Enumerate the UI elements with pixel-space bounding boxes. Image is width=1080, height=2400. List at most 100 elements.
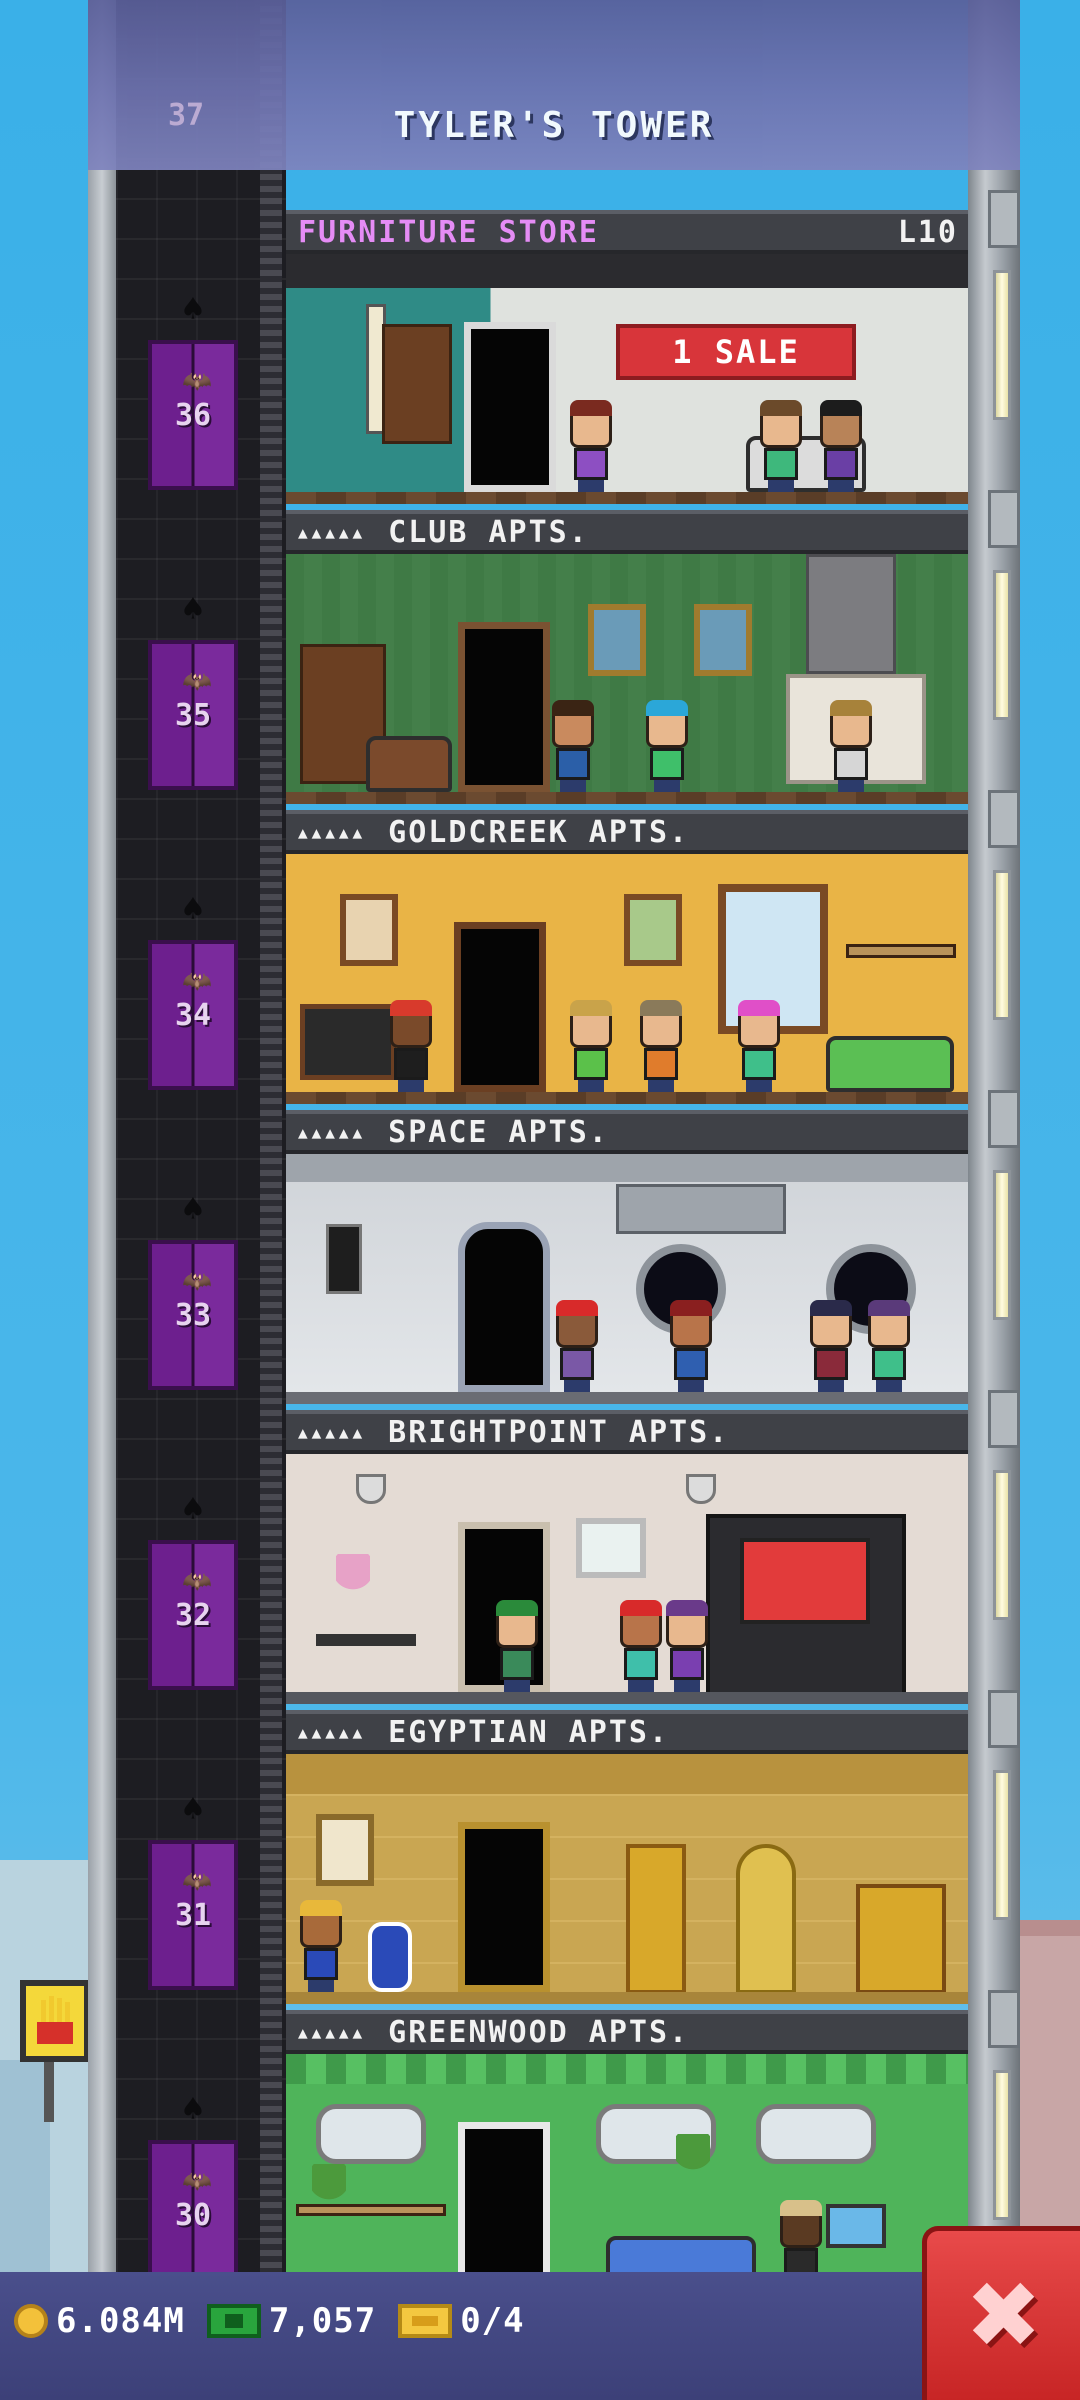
resident[interactable] bbox=[666, 1300, 716, 1392]
ceiling-lamp bbox=[356, 1474, 386, 1504]
bat-icon: 🦇 bbox=[182, 1567, 212, 1595]
picture-frame bbox=[576, 1518, 646, 1578]
bat-icon: 🦇 bbox=[182, 967, 212, 995]
customer[interactable] bbox=[816, 400, 866, 492]
television bbox=[300, 1004, 396, 1080]
resident[interactable] bbox=[386, 1000, 436, 1092]
resident[interactable] bbox=[566, 1000, 616, 1092]
wall-notch bbox=[988, 1390, 1020, 1448]
currency-list: 6.084M 7,057 0/4 bbox=[14, 2286, 525, 2356]
floor-space-apts[interactable]: ▲▲▲▲▲ SPACE APTS. bbox=[286, 1110, 968, 1410]
wall-light bbox=[993, 1470, 1011, 1620]
elevator-door-33[interactable]: 🦇 33 bbox=[148, 1240, 238, 1390]
tickets-counter[interactable]: 0/4 bbox=[398, 2301, 524, 2341]
elevator-door-30[interactable]: 🦇 30 bbox=[148, 2140, 238, 2290]
bux-value: 7,057 bbox=[268, 2301, 377, 2341]
tower-bux-icon bbox=[206, 2304, 261, 2338]
game-scene: ♠ ♠ ♠ ♠ ♠ ♠ ♠ 🦇 36 🦇 35 🦇 34 🦇 33 🦇 32 🦇 bbox=[0, 0, 1080, 2400]
floor-label: ▲▲▲▲▲ GREENWOOD APTS. bbox=[286, 2010, 968, 2054]
floor-label: FURNITURE STORE L10 bbox=[286, 210, 968, 254]
elevator-door-35[interactable]: 🦇 35 bbox=[148, 640, 238, 790]
floor-number: 33 bbox=[174, 1297, 212, 1333]
entertainment-unit bbox=[706, 1514, 906, 1704]
wall-light bbox=[993, 1170, 1011, 1320]
airlock-door[interactable] bbox=[458, 1222, 550, 1392]
elevator-lamp-icon: ♠ bbox=[182, 289, 204, 330]
resident[interactable] bbox=[552, 1300, 602, 1392]
computer-monitor bbox=[826, 2204, 886, 2248]
floor-club-apts[interactable]: ▲▲▲▲▲ CLUB APTS. bbox=[286, 510, 968, 810]
resident[interactable] bbox=[806, 1300, 856, 1392]
wall-light bbox=[993, 570, 1011, 720]
apartment-room bbox=[286, 554, 968, 804]
floor-name: FURNITURE STORE bbox=[298, 214, 599, 250]
apartment-door[interactable] bbox=[454, 922, 546, 1092]
tower-title: TYLER'S TOWER bbox=[393, 105, 715, 146]
elevator-rail bbox=[260, 0, 282, 2400]
floor-name: GREENWOOD APTS. bbox=[388, 2014, 690, 2050]
floor-number: 31 bbox=[174, 1897, 212, 1933]
elevator-door-31[interactable]: 🦇 31 bbox=[148, 1840, 238, 1990]
apartment-door[interactable] bbox=[458, 2122, 550, 2292]
store-ceiling bbox=[286, 254, 968, 288]
floor-egyptian-apts[interactable]: ▲▲▲▲▲ EGYPTIAN APTS. bbox=[286, 1710, 968, 2010]
rating-stars: ▲▲▲▲▲ bbox=[298, 1422, 367, 1442]
resident[interactable] bbox=[296, 1900, 346, 1992]
elevator-lamp-icon: ♠ bbox=[182, 2089, 204, 2130]
floor-greenwood-apts[interactable]: ▲▲▲▲▲ GREENWOOD APTS. bbox=[286, 2010, 968, 2310]
resident[interactable] bbox=[734, 1000, 784, 1092]
floor-label: ▲▲▲▲▲ EGYPTIAN APTS. bbox=[286, 1710, 968, 1754]
resident[interactable] bbox=[642, 700, 692, 792]
resident[interactable] bbox=[548, 700, 598, 792]
floor-brightpoint-apts[interactable]: ▲▲▲▲▲ BRIGHTPOINT APTS. bbox=[286, 1410, 968, 1710]
floor-number: 37 bbox=[168, 98, 205, 133]
wall-notch bbox=[988, 1690, 1020, 1748]
coins-value: 6.084M bbox=[56, 2301, 185, 2341]
fries-icon bbox=[37, 1996, 73, 2044]
floor-name: GOLDCREEK APTS. bbox=[388, 814, 690, 850]
fries-billboard bbox=[20, 1980, 90, 2062]
apartment-room bbox=[286, 1154, 968, 1404]
oval-window bbox=[756, 2104, 876, 2164]
apartment-door[interactable] bbox=[458, 622, 550, 792]
floor-number: 34 bbox=[174, 997, 212, 1033]
close-button[interactable]: ✖ bbox=[922, 2226, 1080, 2400]
coins-counter[interactable]: 6.084M bbox=[14, 2301, 185, 2341]
wall-notch bbox=[988, 1090, 1020, 1148]
flower-vase bbox=[336, 1554, 370, 1602]
tv-screen bbox=[740, 1538, 870, 1624]
billboard-post bbox=[44, 2062, 54, 2122]
store-room: 1 SALE bbox=[286, 254, 968, 504]
bat-icon: 🦇 bbox=[182, 1267, 212, 1295]
floor-name: BRIGHTPOINT APTS. bbox=[388, 1414, 730, 1450]
resident[interactable] bbox=[864, 1300, 914, 1392]
customer[interactable] bbox=[566, 400, 616, 492]
elevator-lamp-icon: ♠ bbox=[182, 1189, 204, 1230]
elevator-door-34[interactable]: 🦇 34 bbox=[148, 940, 238, 1090]
resident[interactable] bbox=[826, 700, 876, 792]
wall-notch bbox=[988, 1990, 1020, 2048]
elevator-lamp-icon: ♠ bbox=[182, 889, 204, 930]
bat-icon: 🦇 bbox=[182, 667, 212, 695]
floor-furniture-store[interactable]: FURNITURE STORE L10 1 SALE bbox=[286, 210, 968, 510]
floor-name: EGYPTIAN APTS. bbox=[388, 1714, 670, 1750]
wall-notch bbox=[988, 790, 1020, 848]
store-door[interactable] bbox=[464, 322, 556, 492]
room-floor bbox=[286, 492, 968, 504]
floor-label: ▲▲▲▲▲ SPACE APTS. bbox=[286, 1110, 968, 1154]
resident[interactable] bbox=[636, 1000, 686, 1092]
customer[interactable] bbox=[756, 400, 806, 492]
floor-goldcreek-apts[interactable]: ▲▲▲▲▲ GOLDCREEK APTS. bbox=[286, 810, 968, 1110]
resident[interactable] bbox=[616, 1600, 666, 1692]
rating-stars: ▲▲▲▲▲ bbox=[298, 522, 367, 542]
resident[interactable] bbox=[492, 1600, 542, 1692]
space-ceiling bbox=[286, 1154, 968, 1182]
resident[interactable] bbox=[662, 1600, 712, 1692]
elevator-door-36[interactable]: 🦇 36 bbox=[148, 340, 238, 490]
elevator-lamp-icon: ♠ bbox=[182, 1489, 204, 1530]
portrait-frame bbox=[340, 894, 398, 966]
sale-banner: 1 SALE bbox=[616, 324, 856, 380]
elevator-door-32[interactable]: 🦇 32 bbox=[148, 1540, 238, 1690]
apartment-door[interactable] bbox=[458, 1822, 550, 1992]
bux-counter[interactable]: 7,057 bbox=[206, 2301, 377, 2341]
